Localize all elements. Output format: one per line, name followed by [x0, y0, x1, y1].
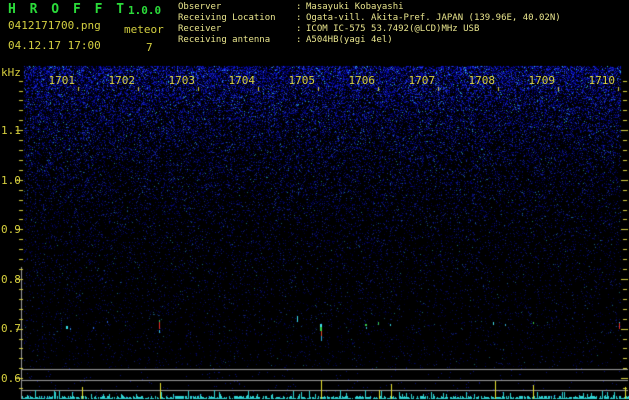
output-filename: 0412171700.png — [8, 19, 101, 32]
info-label: Receiver — [178, 24, 222, 34]
info-row-receiver: Receiver: ICOM IC-575 53.7492(@LCD)MHz US… — [178, 24, 561, 35]
app-title: H R O F F T — [8, 2, 128, 17]
info-colon: : — [296, 24, 302, 34]
info-label: Receiving Location — [178, 13, 276, 23]
info-value: ICOM IC-575 53.7492(@LCD)MHz USB — [306, 24, 480, 34]
info-value: Ogata-vill. Akita-Pref. JAPAN (139.96E, … — [306, 13, 561, 23]
station-info: Observer: Masayuki Kobayashi Receiving Lo… — [178, 2, 561, 46]
info-colon: : — [296, 2, 302, 12]
info-row-antenna: Receiving antenna: A504HB(yagi 4el) — [178, 35, 561, 46]
info-value: Masayuki Kobayashi — [306, 2, 404, 12]
spectrogram-canvas — [0, 0, 629, 400]
hrofft-window: H R O F F T 1.0.0 0412171700.png meteor … — [0, 0, 629, 400]
info-colon: : — [296, 35, 302, 45]
observation-datetime: 04.12.17 17:00 — [8, 39, 101, 52]
info-label: Receiving antenna — [178, 35, 271, 45]
mode-label: meteor — [124, 23, 164, 36]
info-row-location: Receiving Location: Ogata-vill. Akita-Pre… — [178, 13, 561, 24]
info-value: A504HB(yagi 4el) — [306, 35, 393, 45]
info-colon: : — [296, 13, 302, 23]
info-row-observer: Observer: Masayuki Kobayashi — [178, 2, 561, 13]
info-label: Observer — [178, 2, 222, 12]
meteor-count: 7 — [146, 41, 153, 54]
app-version: 1.0.0 — [128, 4, 162, 17]
